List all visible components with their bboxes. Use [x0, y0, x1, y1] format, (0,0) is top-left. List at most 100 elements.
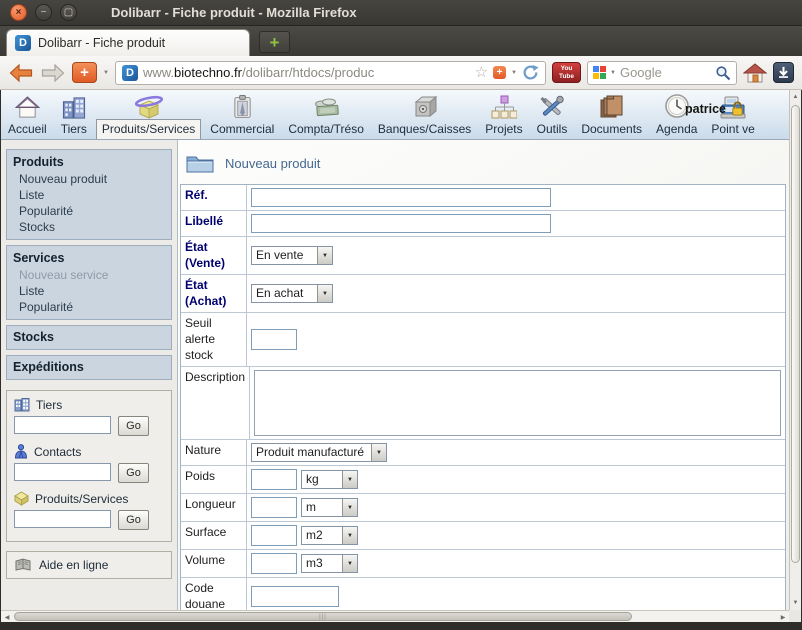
- sidebar-item-services-liste[interactable]: Liste: [7, 283, 171, 299]
- window-minimize-button[interactable]: −: [35, 4, 52, 21]
- product-cube-icon: [14, 491, 29, 506]
- help-book-icon: [14, 558, 32, 572]
- scrollbar-corner: [789, 610, 801, 622]
- menu-tab-outils[interactable]: Outils: [532, 90, 573, 139]
- form-label-etat-vente: État (Vente): [181, 237, 247, 274]
- menu-tab-label-documents: Documents: [576, 120, 647, 139]
- scroll-right-icon[interactable]: ▶: [777, 611, 789, 623]
- form-label-longueur: Longueur: [181, 494, 247, 521]
- form-row-nature: NatureProduit manufacturé▼: [181, 440, 785, 466]
- field-ref-input[interactable]: [251, 188, 551, 207]
- form-label-etat-achat: État (Achat): [181, 275, 247, 312]
- form-row-code-douane: Code douane: [181, 578, 785, 610]
- horizontal-scrollbar[interactable]: ◀ ||| ▶: [1, 610, 789, 622]
- menu-tab-documents[interactable]: Documents: [576, 90, 647, 139]
- field-poids-unit-select-arrow-icon[interactable]: ▼: [342, 471, 357, 488]
- urlbar-plus-icon[interactable]: +: [493, 66, 506, 79]
- quick-search-go-button-contacts[interactable]: Go: [118, 463, 149, 483]
- scrollbar-grip-icon: |||: [319, 614, 327, 620]
- field-longueur-unit-select[interactable]: m▼: [301, 498, 358, 517]
- search-engine-dropdown-icon[interactable]: ▼: [610, 70, 616, 76]
- sidebar-item-produits-liste[interactable]: Liste: [7, 187, 171, 203]
- menu-tab-tiers[interactable]: Tiers: [56, 90, 92, 139]
- quick-search-input-produits-services[interactable]: [14, 510, 111, 528]
- field-seuil-alerte-stock-input[interactable]: [251, 329, 297, 350]
- horizontal-scrollbar-thumb[interactable]: |||: [14, 612, 632, 621]
- field-etat-vente-select[interactable]: En vente▼: [251, 246, 333, 265]
- sidebar-section-title-produits[interactable]: Produits: [7, 153, 171, 171]
- quick-search-input-tiers[interactable]: [14, 416, 111, 434]
- field-surface-unit-select[interactable]: m2▼: [301, 526, 358, 545]
- field-surface-unit-select-arrow-icon[interactable]: ▼: [342, 527, 357, 544]
- field-etat-vente-select-arrow-icon[interactable]: ▼: [317, 247, 332, 264]
- youtube-icon[interactable]: YouTube: [552, 62, 581, 83]
- form-value-description: [250, 367, 785, 439]
- menu-tab-label-produits-services: Produits/Services: [96, 119, 201, 139]
- forward-button[interactable]: [40, 62, 66, 84]
- field-poids-unit-select[interactable]: kg▼: [301, 470, 358, 489]
- form-row-libelle: Libellé: [181, 211, 785, 237]
- form-value-seuil-alerte-stock: [247, 313, 785, 366]
- field-etat-achat-select-arrow-icon[interactable]: ▼: [317, 285, 332, 302]
- menu-tab-projets[interactable]: Projets: [480, 90, 527, 139]
- url-text: www.biotechno.fr/dolibarr/htdocs/produc: [143, 65, 470, 80]
- menu-tab-produits-services[interactable]: Produits/Services: [96, 90, 201, 139]
- field-surface-input[interactable]: [251, 525, 297, 546]
- field-libelle-input[interactable]: [251, 214, 551, 233]
- sidebar-item-services-popularite[interactable]: Popularité: [7, 299, 171, 315]
- field-code-douane-input[interactable]: [251, 586, 339, 607]
- url-bar[interactable]: D www.biotechno.fr/dolibarr/htdocs/produ…: [115, 61, 546, 85]
- field-poids-input[interactable]: [251, 469, 297, 490]
- field-volume-unit-select[interactable]: m3▼: [301, 554, 358, 573]
- search-box[interactable]: ▼ Google: [587, 61, 737, 85]
- sidebar-item-produits-stocks[interactable]: Stocks: [7, 219, 171, 235]
- field-nature-select[interactable]: Produit manufacturé▼: [251, 443, 387, 462]
- field-volume-input[interactable]: [251, 553, 297, 574]
- download-button[interactable]: [773, 62, 794, 83]
- toolbar-plus-dropdown-icon[interactable]: ▼: [103, 70, 109, 76]
- field-longueur-unit-select-arrow-icon[interactable]: ▼: [342, 499, 357, 516]
- reload-icon[interactable]: [522, 64, 539, 81]
- menu-tab-banques-caisses[interactable]: Banques/Caisses: [373, 90, 476, 139]
- field-description-textarea[interactable]: [254, 370, 781, 436]
- new-tab-button[interactable]: +: [259, 31, 290, 53]
- products-icon: [133, 92, 165, 119]
- scroll-up-icon[interactable]: ▲: [790, 90, 801, 104]
- window-close-button[interactable]: ×: [10, 4, 27, 21]
- menu-tab-accueil[interactable]: Accueil: [3, 90, 52, 139]
- menu-tab-compta-treso[interactable]: Compta/Tréso: [283, 90, 369, 139]
- sidebar-item-produits-nouveau-produit[interactable]: Nouveau produit: [7, 171, 171, 187]
- back-button[interactable]: [8, 62, 34, 84]
- vertical-scrollbar-thumb[interactable]: [791, 105, 800, 563]
- quick-search-go-button-produits-services[interactable]: Go: [118, 510, 149, 530]
- scroll-left-icon[interactable]: ◀: [1, 611, 13, 623]
- tab-strip: D Dolibarr - Fiche produit +: [0, 26, 802, 56]
- bookmark-star-icon[interactable]: ☆: [475, 65, 488, 80]
- form-label-volume: Volume: [181, 550, 247, 577]
- form-label-nature: Nature: [181, 440, 247, 465]
- quick-search-input-contacts[interactable]: [14, 463, 111, 481]
- sidebar-section-title-stocks[interactable]: Stocks: [7, 328, 171, 346]
- field-volume-unit-select-arrow-icon[interactable]: ▼: [342, 555, 357, 572]
- vertical-scrollbar[interactable]: ▲ ▼: [789, 90, 801, 610]
- window-maximize-button[interactable]: ▢: [60, 4, 77, 21]
- form-label-description: Description: [181, 367, 250, 439]
- field-longueur-input[interactable]: [251, 497, 297, 518]
- form-row-volume: Volume m3▼: [181, 550, 785, 578]
- magnifier-icon[interactable]: [715, 65, 731, 81]
- field-etat-achat-select[interactable]: En achat▼: [251, 284, 333, 303]
- quick-search-go-button-tiers[interactable]: Go: [118, 416, 149, 436]
- browser-tab-active[interactable]: D Dolibarr - Fiche produit: [6, 29, 250, 56]
- help-online-link[interactable]: Aide en ligne: [6, 551, 172, 579]
- toolbar-plus-button[interactable]: +: [72, 62, 97, 83]
- main-content: Nouveau produit Réf.LibelléÉtat (Vente)E…: [178, 140, 789, 610]
- urlbar-dropdown-icon[interactable]: ▼: [511, 70, 517, 76]
- scroll-down-icon[interactable]: ▼: [790, 596, 801, 610]
- urlbar-favicon-icon: D: [122, 65, 138, 81]
- home-button[interactable]: [743, 62, 767, 84]
- sidebar-section-title-services[interactable]: Services: [7, 249, 171, 267]
- sidebar-section-title-expeditions[interactable]: Expéditions: [7, 358, 171, 376]
- field-nature-select-arrow-icon[interactable]: ▼: [371, 444, 386, 461]
- sidebar-item-produits-popularite[interactable]: Popularité: [7, 203, 171, 219]
- menu-tab-commercial[interactable]: Commercial: [205, 90, 279, 139]
